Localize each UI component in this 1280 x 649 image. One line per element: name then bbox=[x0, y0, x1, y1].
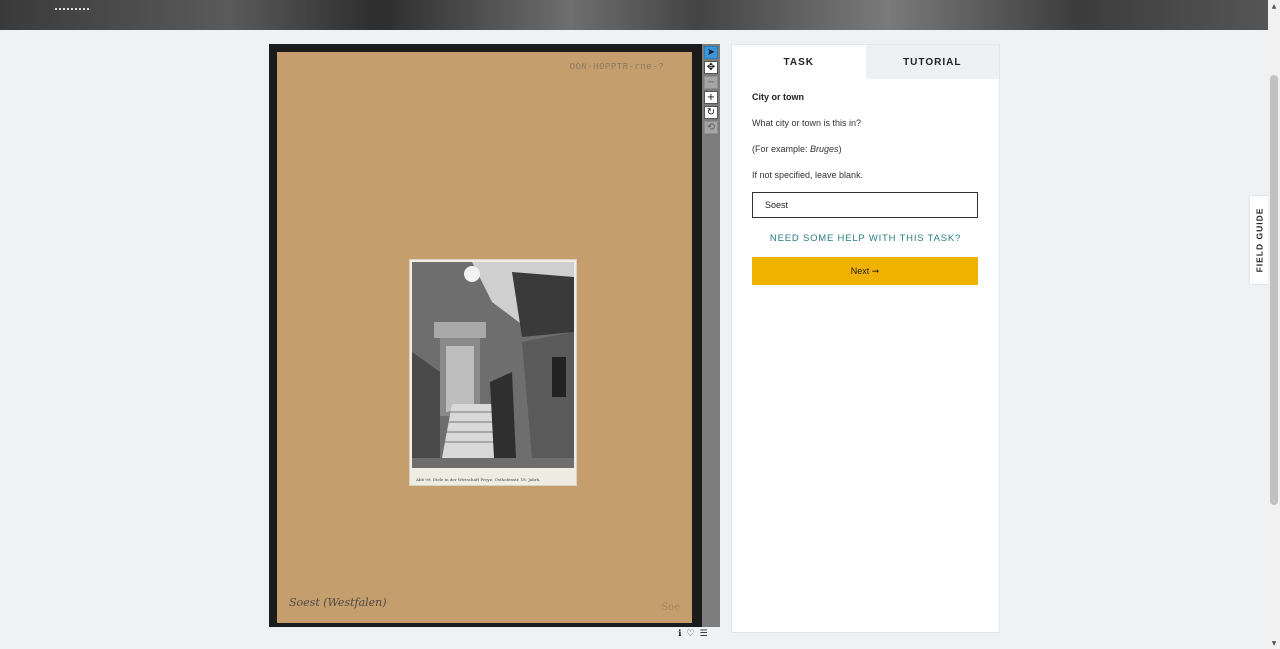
field-guide-label: FIELD GUIDE bbox=[1254, 207, 1265, 273]
rotate-icon[interactable]: ↻ bbox=[704, 106, 718, 119]
subject-photo: Abb 99. Diele in der Wirtschaft Freye, O… bbox=[409, 259, 577, 486]
viewer-toolbar: ➤ ✥ − + ↻ ⟲ bbox=[702, 44, 720, 627]
card-stamp: OON-H0PPTR-rne-? bbox=[569, 62, 664, 72]
card-caption: Soest (Westfalen) bbox=[289, 596, 387, 609]
collections-icon[interactable]: ☰ bbox=[700, 629, 708, 639]
scroll-up-icon[interactable]: ▲ bbox=[1268, 0, 1280, 12]
page-scrollbar[interactable]: ▲ ▼ bbox=[1268, 0, 1280, 649]
city-answer-field[interactable] bbox=[752, 192, 978, 218]
next-button[interactable]: Next ➞ bbox=[752, 257, 978, 285]
task-example: (For example: Bruges) bbox=[752, 144, 979, 154]
subject-meta-icons: ℹ ♡ ☰ bbox=[678, 628, 708, 640]
tab-task[interactable]: TASK bbox=[732, 45, 866, 79]
photo-caption: Abb 99. Diele in der Wirtschaft Freye, O… bbox=[416, 477, 541, 482]
pointer-icon[interactable]: ➤ bbox=[704, 46, 718, 59]
task-tabs: TASK TUTORIAL bbox=[732, 45, 999, 79]
project-logo[interactable] bbox=[55, 0, 89, 10]
field-guide-tab[interactable]: FIELD GUIDE bbox=[1250, 196, 1269, 284]
task-hint: If not specified, leave blank. bbox=[752, 170, 864, 180]
scroll-thumb[interactable] bbox=[1270, 75, 1278, 505]
zoom-out-icon[interactable]: − bbox=[704, 76, 718, 89]
task-title: City or town bbox=[752, 92, 804, 102]
task-panel: TASK TUTORIAL City or town What city or … bbox=[731, 44, 1000, 633]
heart-icon[interactable]: ♡ bbox=[686, 629, 694, 639]
scroll-down-icon[interactable]: ▼ bbox=[1268, 637, 1280, 649]
task-example-suffix: ) bbox=[838, 144, 842, 154]
move-icon[interactable]: ✥ bbox=[704, 61, 718, 74]
info-icon[interactable]: ℹ bbox=[678, 629, 681, 639]
zoom-in-icon[interactable]: + bbox=[704, 91, 718, 104]
task-body: City or town What city or town is this i… bbox=[732, 79, 999, 297]
task-question: What city or town is this in? bbox=[752, 118, 862, 128]
subject-card: OON-H0PPTR-rne-? Abb 99. Diele in der Wi… bbox=[277, 52, 692, 623]
staircase-illustration bbox=[412, 262, 574, 468]
help-link[interactable]: NEED SOME HELP WITH THIS TASK? bbox=[752, 233, 979, 244]
task-example-prefix: (For example: bbox=[752, 144, 811, 154]
card-mark: Soe bbox=[661, 602, 680, 613]
photo-image bbox=[412, 262, 574, 468]
header-banner bbox=[0, 0, 1268, 30]
subject-viewer[interactable]: OON-H0PPTR-rne-? Abb 99. Diele in der Wi… bbox=[269, 44, 702, 627]
tab-tutorial[interactable]: TUTORIAL bbox=[865, 45, 999, 79]
task-example-value: Bruges bbox=[810, 144, 839, 154]
reset-icon[interactable]: ⟲ bbox=[704, 121, 718, 134]
